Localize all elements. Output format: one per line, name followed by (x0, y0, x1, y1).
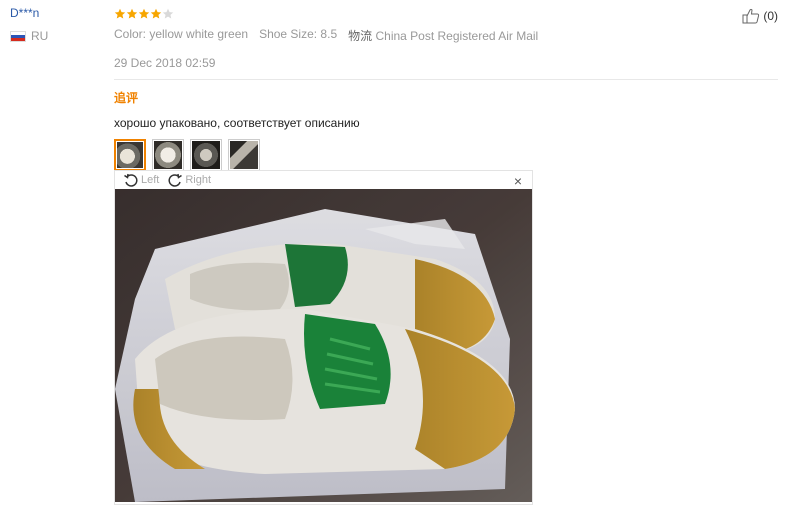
photo-thumbnail[interactable] (114, 139, 146, 171)
followup-title: 追评 (114, 91, 139, 105)
divider (114, 79, 778, 80)
rotate-right-icon (167, 172, 183, 188)
rotate-left-icon (123, 172, 139, 188)
photo-thumbnail[interactable] (190, 139, 222, 171)
rotate-right-button[interactable]: Right (167, 172, 211, 188)
shipping-method: China Post Registered Air Mail (375, 29, 539, 43)
shipping-prefix: 物流 (348, 29, 373, 43)
photo-thumbnails (114, 139, 778, 171)
review-photo (115, 189, 532, 502)
star-rating (114, 6, 778, 22)
followup-text: хорошо упаковано, соответствует описанию (114, 116, 360, 130)
star-icon (114, 8, 126, 20)
review-date: 29 Dec 2018 02:59 (114, 56, 216, 70)
star-icon (126, 8, 138, 20)
reviewer-info: D***n RU (10, 6, 100, 43)
shoe-photo-image (115, 189, 532, 502)
rotate-left-button[interactable]: Left (123, 172, 159, 188)
star-icon (162, 8, 174, 20)
country-code: RU (31, 29, 49, 43)
close-icon[interactable]: × (514, 173, 522, 189)
star-icon (150, 8, 162, 20)
shipping-info: 物流 China Post Registered Air Mail (348, 27, 538, 44)
russia-flag-icon (10, 30, 26, 42)
photo-thumbnail[interactable] (228, 139, 260, 171)
star-icon (138, 8, 150, 20)
reviewer-name[interactable]: D***n (10, 6, 100, 20)
order-info: Color: yellow white green Shoe Size: 8.5… (114, 27, 778, 44)
size-info: Shoe Size: 8.5 (259, 27, 338, 41)
rotate-right-label: Right (185, 174, 212, 186)
viewer-toolbar: Left Right × (115, 171, 532, 189)
review-body: Color: yellow white green Shoe Size: 8.5… (114, 6, 778, 179)
reviewer-country: RU (10, 29, 100, 43)
rotate-left-label: Left (141, 174, 160, 186)
color-info: Color: yellow white green (114, 27, 249, 41)
photo-viewer: Left Right × (114, 170, 533, 505)
photo-thumbnail[interactable] (152, 139, 184, 171)
